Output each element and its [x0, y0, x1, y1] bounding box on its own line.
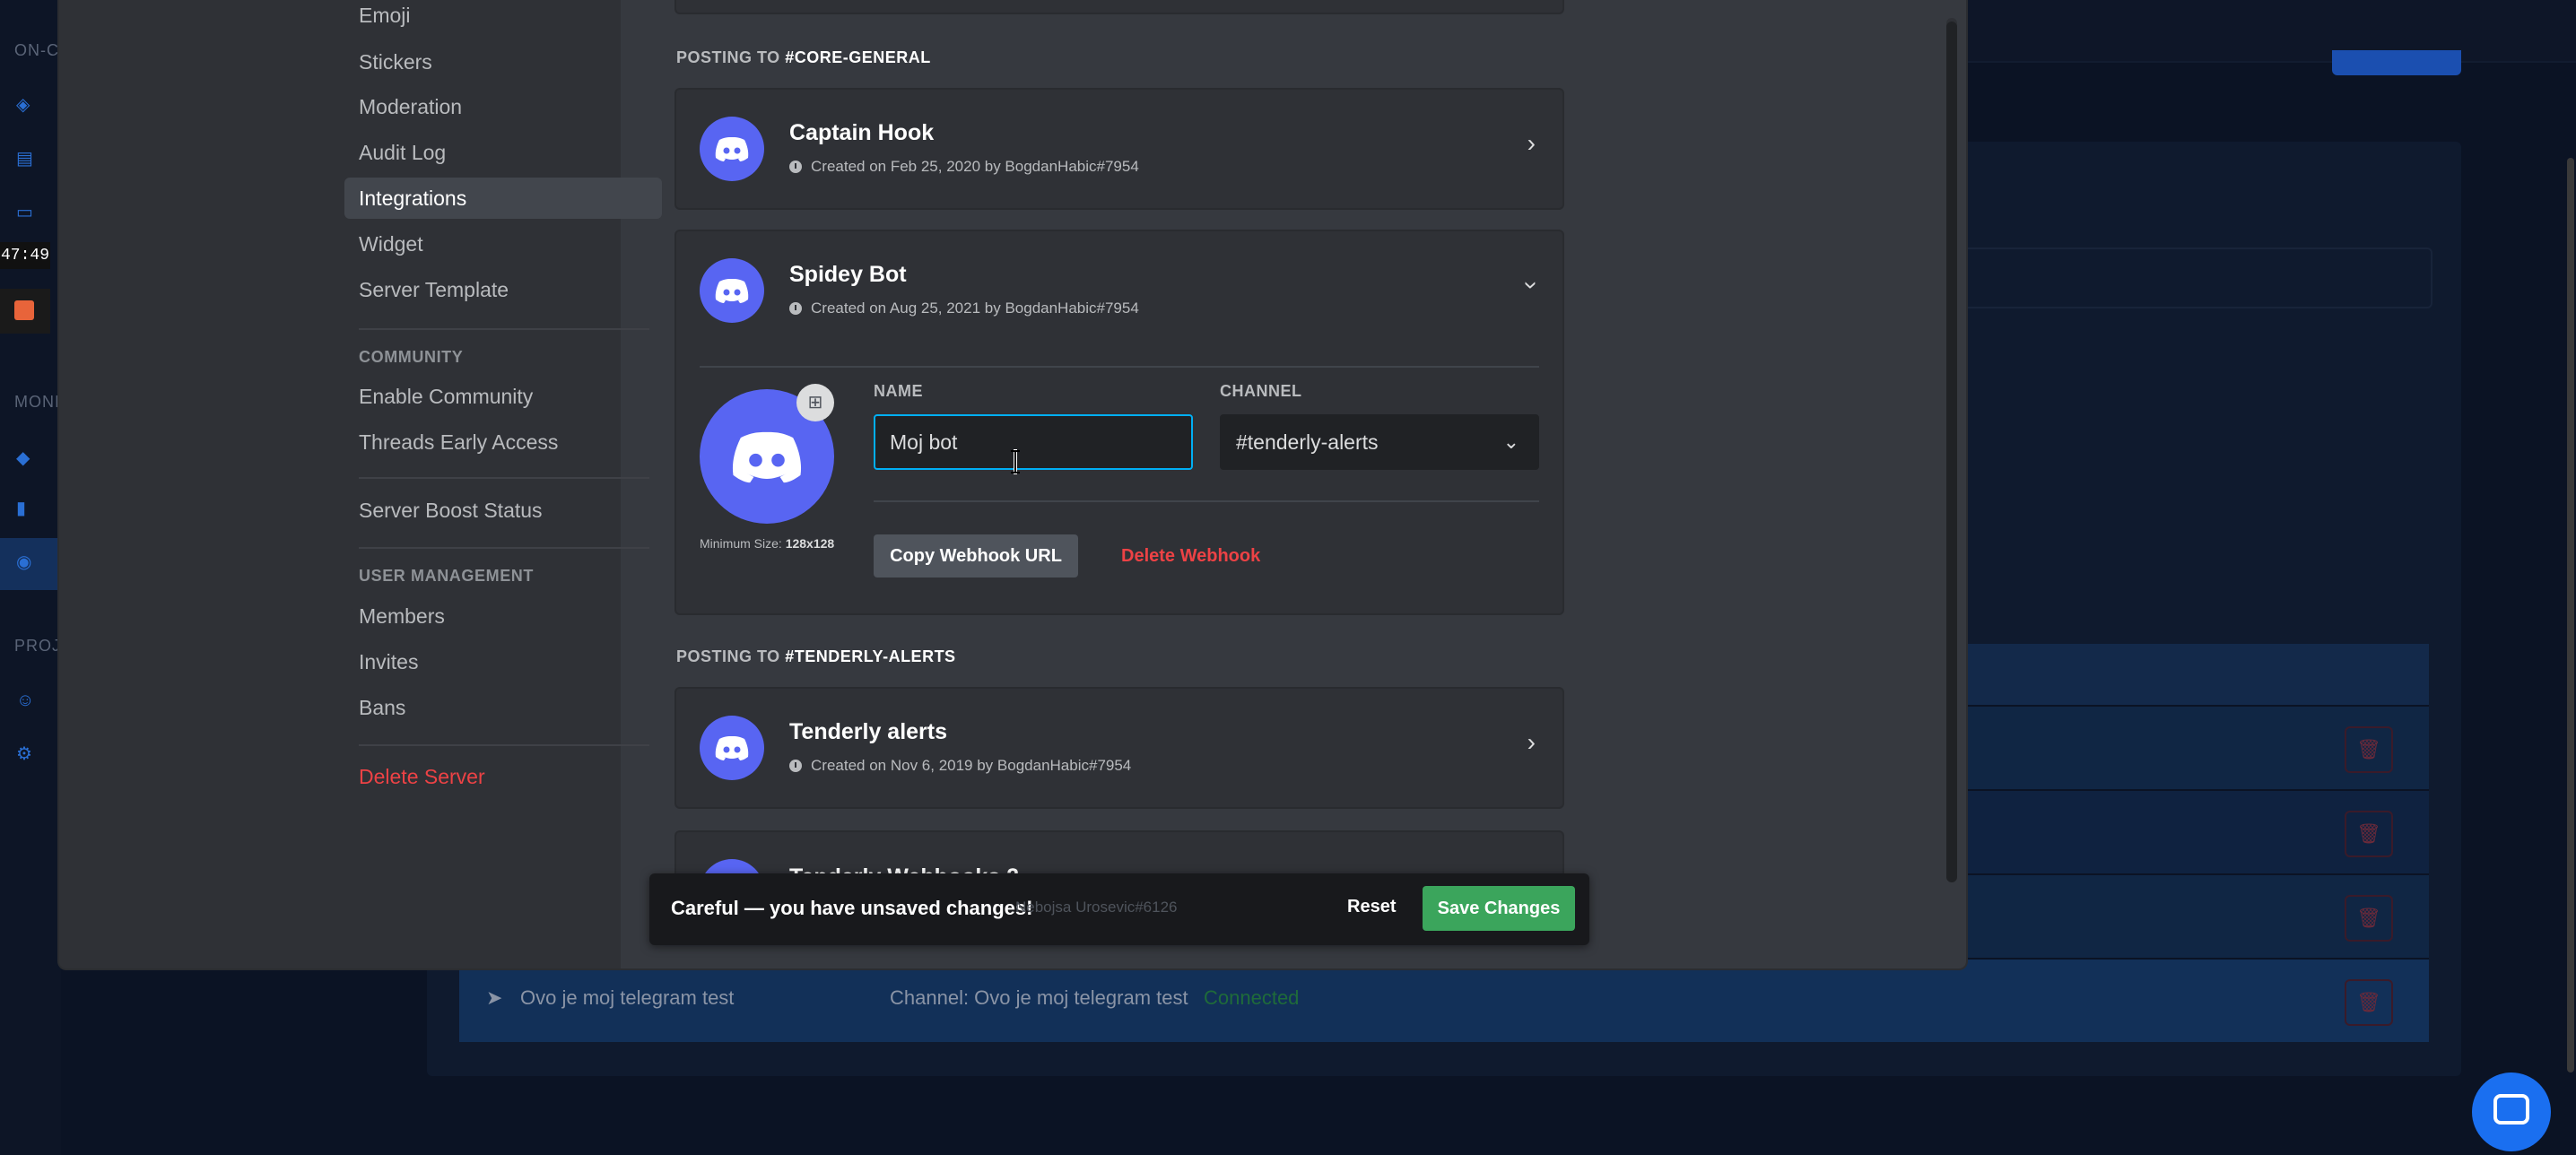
clock-icon — [789, 161, 802, 173]
stop-icon — [14, 300, 34, 320]
monitor-icon[interactable]: ▭ — [16, 203, 36, 222]
webhook-created: Created on Nov 6, 2019 by BogdanHabic#79… — [811, 757, 1132, 774]
integrations-content: POSTING TO #CORE-GENERAL Captain Hook Cr… — [59, 0, 1966, 968]
clock-icon — [789, 760, 802, 772]
integration-channel: Channel: Ovo je moj telegram test — [890, 986, 1188, 1009]
channel-label: CHANNEL — [1220, 382, 1302, 400]
chevron-right-icon[interactable]: › — [1527, 131, 1536, 156]
chat-icon — [2493, 1094, 2529, 1125]
bg-nav-section-label: PROJ — [14, 637, 62, 655]
recording-timer: 47:49 — [0, 242, 50, 269]
discord-settings-window: Emoji Stickers Moderation Audit Log Inte… — [59, 0, 1966, 968]
webhook-card-captain-hook[interactable]: Captain Hook Created on Feb 25, 2020 by … — [674, 88, 1564, 210]
webhook-created: Created on Aug 25, 2021 by BogdanHabic#7… — [811, 300, 1139, 317]
min-size-hint: Minimum Size: 128x128 — [700, 536, 834, 551]
posting-channel: #CORE-GENERAL — [785, 48, 931, 66]
posting-prefix: POSTING TO — [676, 647, 780, 665]
hidden-webhook-meta: Nebojsa Urosevic#6126 — [1015, 899, 1178, 916]
bg-primary-button[interactable] — [2332, 50, 2461, 75]
channel-select[interactable]: #tenderly-alerts ⌄ — [1220, 414, 1539, 470]
page-scrollbar[interactable] — [2567, 158, 2574, 1072]
delete-webhook-button[interactable]: Delete Webhook — [1121, 534, 1260, 578]
min-size-value: 128x128 — [785, 536, 835, 551]
discord-logo-icon — [700, 117, 764, 181]
webhook-name: Captain Hook — [789, 120, 935, 145]
chevron-right-icon[interactable]: › — [1527, 730, 1536, 755]
posting-to-header: POSTING TO #CORE-GENERAL — [676, 48, 931, 67]
bg-nav-section-label: ON-C — [14, 41, 59, 59]
chevron-down-icon[interactable]: › — [1518, 281, 1545, 289]
clock-icon — [789, 302, 802, 315]
webhook-name-input[interactable] — [874, 414, 1193, 470]
chart-icon[interactable]: ▮ — [16, 499, 36, 518]
webhook-card-tenderly-alerts[interactable]: Tenderly alerts Created on Nov 6, 2019 b… — [674, 687, 1564, 809]
bg-nav-section-label: MONI — [14, 393, 60, 411]
chevron-down-icon: ⌄ — [1502, 430, 1519, 453]
webhook-divider — [700, 366, 1539, 368]
document-icon[interactable]: ▤ — [16, 149, 36, 169]
webhook-meta: Created on Nov 6, 2019 by BogdanHabic#79… — [789, 757, 1131, 775]
channel-select-value: #tenderly-alerts — [1236, 430, 1379, 454]
users-icon[interactable]: ☺ — [16, 690, 36, 710]
trash-icon[interactable]: 🗑 — [2345, 979, 2393, 1026]
unsaved-message: Careful — you have unsaved changes! — [671, 897, 1033, 919]
telegram-icon: ➤ — [486, 986, 503, 1009]
cube-icon[interactable]: ◈ — [16, 95, 36, 115]
posting-prefix: POSTING TO — [676, 48, 780, 66]
previous-webhook-card — [674, 0, 1564, 14]
min-size-label: Minimum Size: — [700, 536, 782, 551]
posting-to-header: POSTING TO #TENDERLY-ALERTS — [676, 647, 956, 666]
webhook-meta: Created on Feb 25, 2020 by BogdanHabic#7… — [789, 158, 1139, 176]
trash-icon[interactable]: 🗑 — [2345, 895, 2393, 942]
trash-icon[interactable]: 🗑 — [2345, 811, 2393, 857]
bell-icon[interactable]: ◉ — [16, 552, 36, 572]
posting-channel: #TENDERLY-ALERTS — [785, 647, 956, 665]
webhook-name: Spidey Bot — [789, 262, 907, 287]
name-label: NAME — [874, 382, 923, 400]
add-image-icon[interactable]: ⊞ — [796, 384, 834, 421]
discord-logo-icon — [700, 716, 764, 780]
table-row: ➤ Ovo je moj telegram test Channel: Ovo … — [459, 958, 2429, 1042]
content-scrollbar[interactable] — [1946, 22, 1957, 882]
text-cursor-icon — [1010, 450, 1021, 473]
integration-status: Connected — [1204, 986, 1300, 1009]
webhook-name: Tenderly alerts — [789, 719, 948, 744]
copy-webhook-url-button[interactable]: Copy Webhook URL — [874, 534, 1078, 578]
webhook-divider — [874, 500, 1539, 502]
integration-name: Ovo je moj telegram test — [520, 986, 735, 1009]
gear-icon[interactable]: ⚙ — [16, 744, 36, 764]
save-changes-button[interactable]: Save Changes — [1423, 886, 1575, 931]
webhook-meta: Created on Aug 25, 2021 by BogdanHabic#7… — [789, 300, 1139, 317]
bg-left-nav: ON-C ◈ ▤ ▭ 47:49 MONI ◆ ▮ ◉ PROJ ☺ ⚙ — [0, 0, 61, 1155]
record-stop-button[interactable] — [0, 289, 50, 334]
reset-button[interactable]: Reset — [1347, 897, 1396, 917]
discord-logo-icon — [700, 258, 764, 323]
unsaved-changes-bar: Careful — you have unsaved changes! Nebo… — [649, 873, 1589, 945]
trash-icon[interactable]: 🗑 — [2345, 726, 2393, 773]
webhook-card-spidey-bot: Spidey Bot Created on Aug 25, 2021 by Bo… — [674, 230, 1564, 615]
chat-support-button[interactable] — [2472, 1072, 2551, 1151]
webhook-created: Created on Feb 25, 2020 by BogdanHabic#7… — [811, 158, 1139, 175]
layers-icon[interactable]: ◆ — [16, 448, 36, 468]
